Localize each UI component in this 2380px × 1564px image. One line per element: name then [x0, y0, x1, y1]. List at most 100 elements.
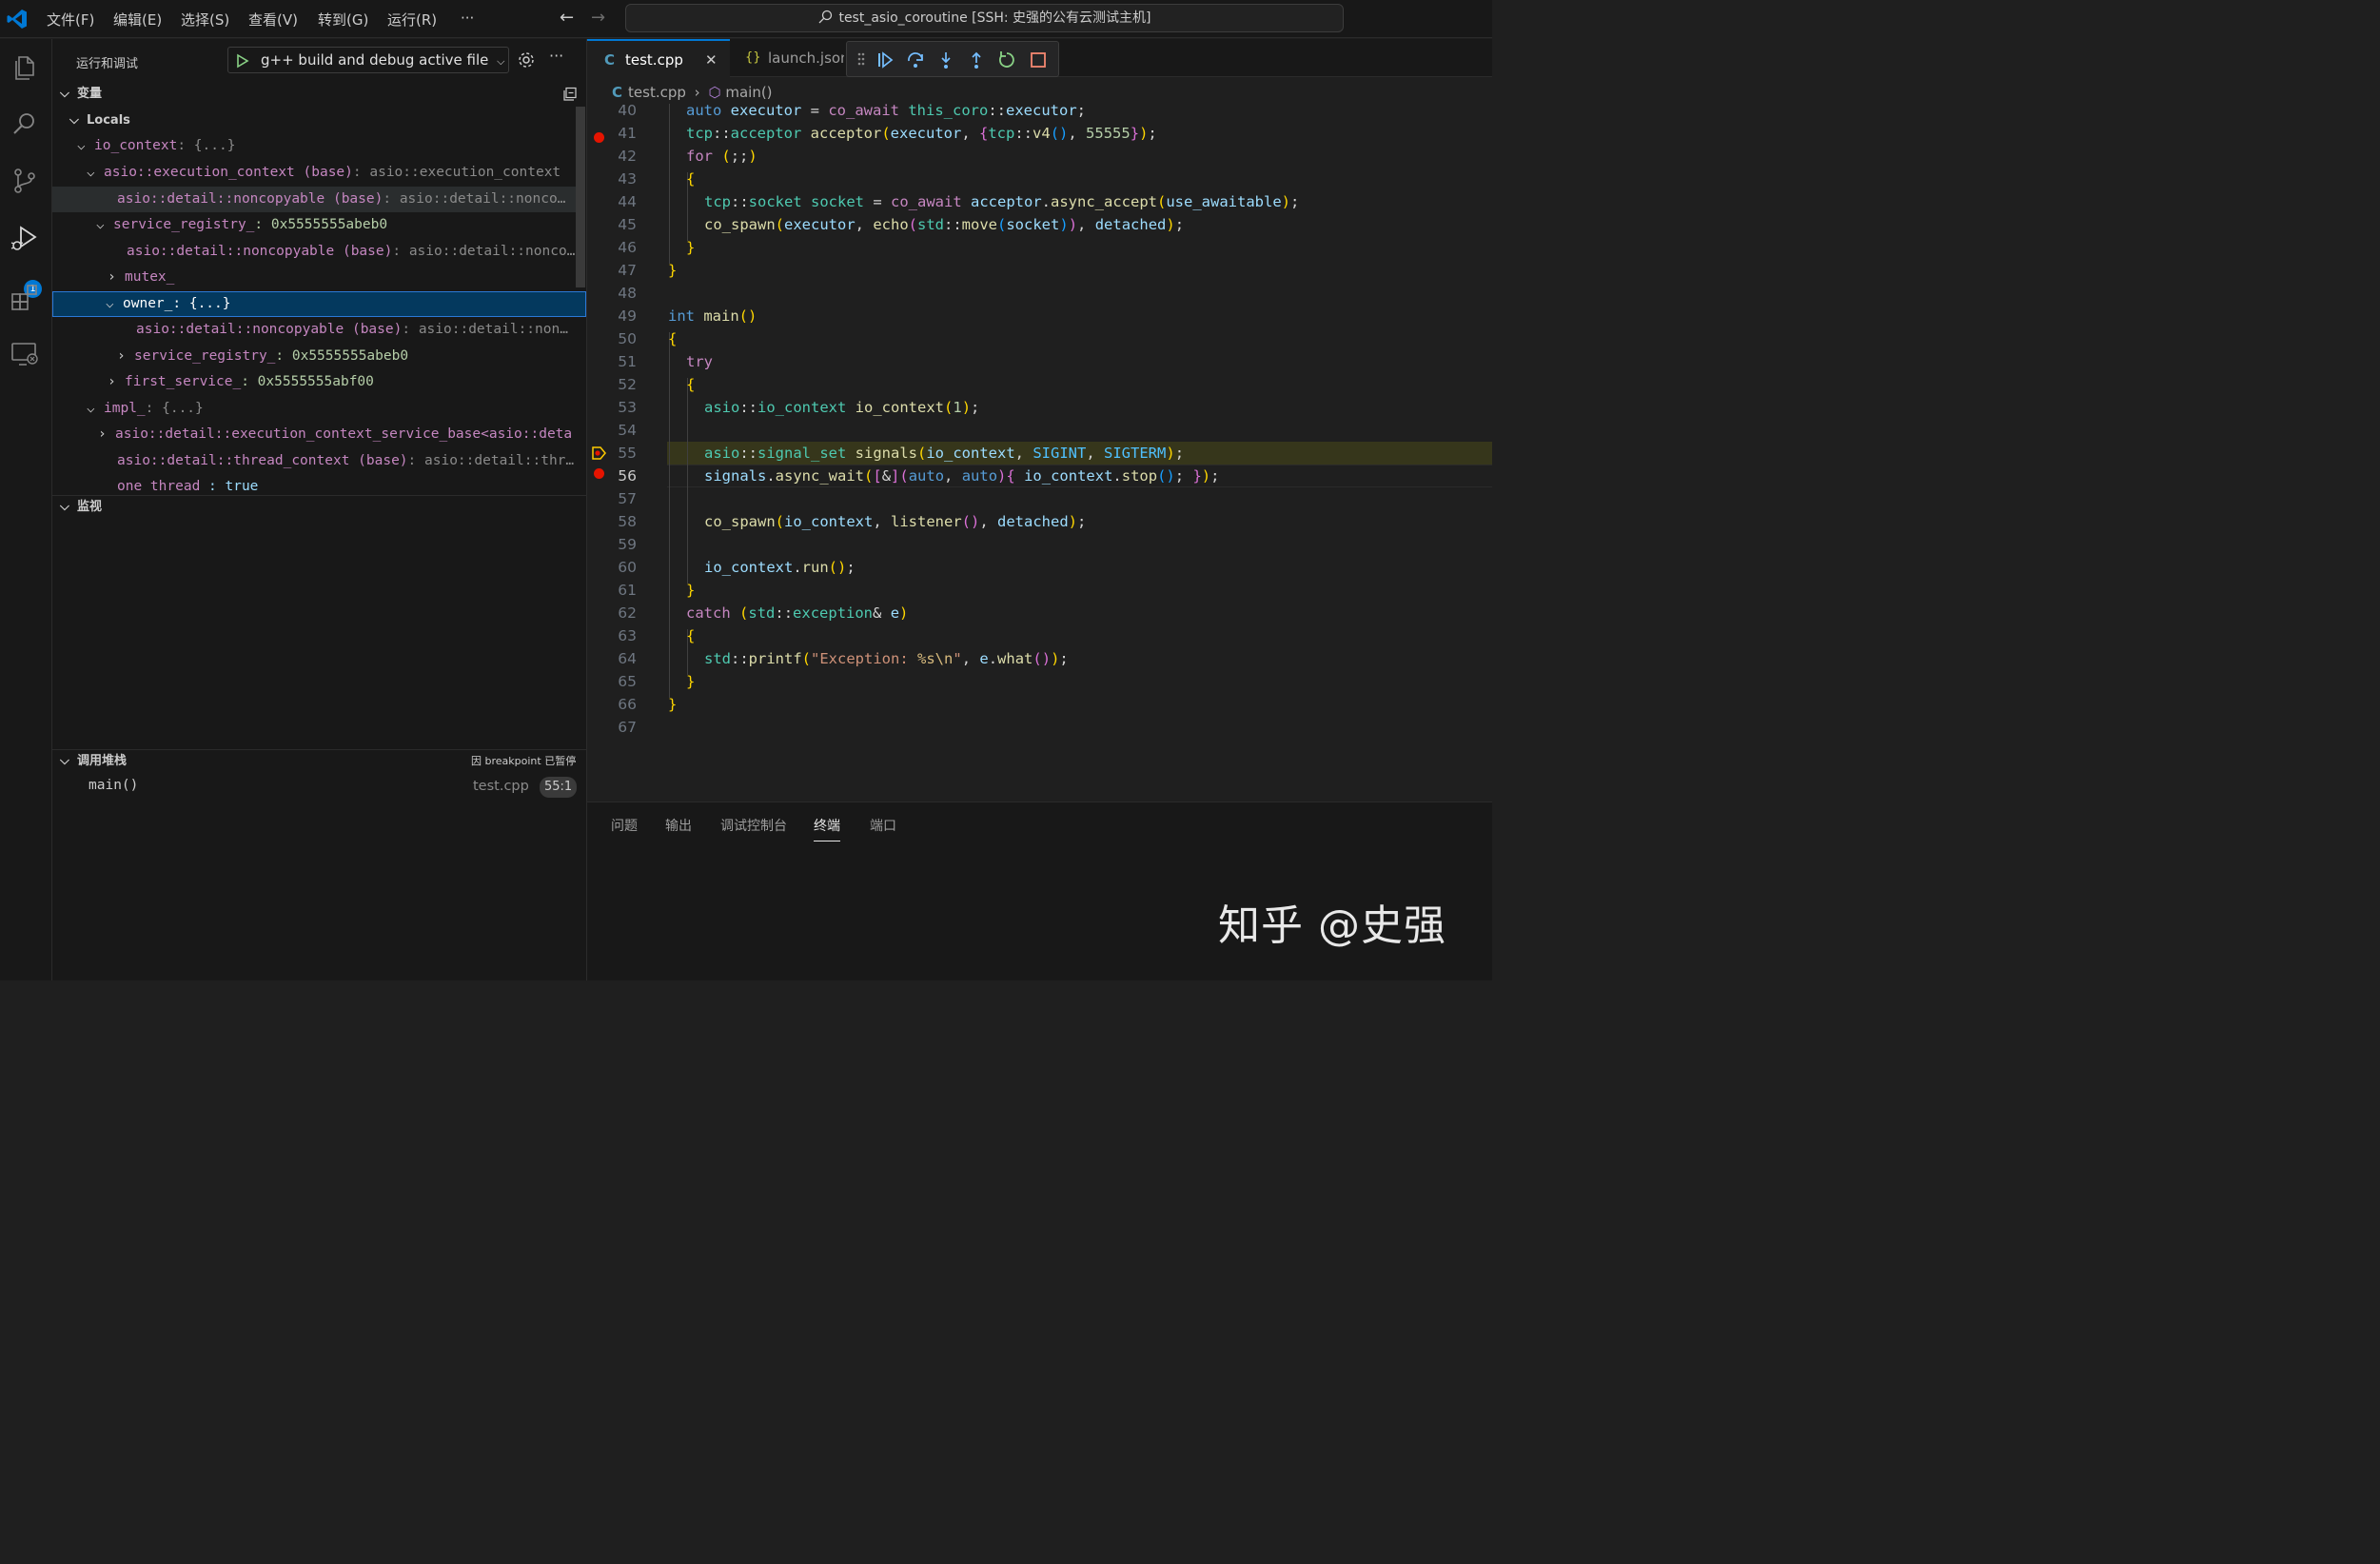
start-debug-icon[interactable] [236, 53, 249, 69]
line-number: 40 [618, 104, 637, 119]
line-number: 57 [618, 490, 637, 507]
line-number: 52 [618, 376, 637, 393]
code-line: std::printf("Exception: %s\n", e.what())… [704, 650, 1069, 667]
continue-icon[interactable] [875, 50, 895, 69]
variable-name: asio::detail::thread_context (base) [117, 453, 408, 468]
drag-handle-icon[interactable] [856, 50, 866, 68]
breadcrumb-file[interactable]: test.cpp [628, 84, 686, 101]
menu-run[interactable]: 运行(R) [387, 10, 437, 30]
menu-edit[interactable]: 编辑(E) [113, 10, 162, 30]
line-number: 51 [618, 353, 637, 370]
variable-name: asio::detail::noncopyable (base) [136, 322, 403, 337]
code-line: } [668, 696, 678, 713]
variable-row[interactable]: ⌵ asio::execution_context (base): asio::e… [52, 160, 576, 186]
menu-view[interactable]: 查看(V) [248, 10, 298, 30]
menu-file[interactable]: 文件(F) [47, 10, 94, 30]
step-over-icon[interactable] [906, 50, 925, 69]
code-line: try [686, 353, 713, 370]
search-view-icon[interactable] [10, 109, 40, 139]
stack-frame[interactable]: main() test.cpp 55:1 [52, 772, 586, 801]
gear-icon[interactable] [517, 50, 536, 69]
line-number: 65 [618, 673, 637, 690]
vscode-logo-icon[interactable] [6, 8, 29, 30]
tab-ports[interactable]: 端口 [870, 816, 896, 835]
watch-section-header[interactable]: ⌵ 监视 [52, 495, 586, 518]
variable-row[interactable]: › mutex_ [52, 265, 576, 290]
remote-explorer-icon[interactable] [10, 339, 40, 369]
variable-row[interactable]: ⌵ impl_: {...} [52, 396, 576, 422]
variable-name: impl_ [104, 401, 146, 416]
code-line: } [686, 673, 696, 690]
stop-icon[interactable] [1029, 50, 1048, 69]
variable-row[interactable]: › first_service_: 0x5555555abf00 [52, 369, 576, 395]
step-into-icon[interactable] [936, 50, 955, 69]
tab-problems[interactable]: 问题 [611, 816, 638, 835]
extensions-icon[interactable] [10, 282, 40, 312]
close-icon[interactable]: ✕ [705, 41, 718, 79]
tab-label: test.cpp [625, 51, 683, 69]
code-line: asio::signal_set signals(io_context, SIG… [704, 445, 1185, 462]
step-out-icon[interactable] [967, 50, 986, 69]
locals-scope[interactable]: ⌵ Locals [52, 108, 576, 133]
tab-output[interactable]: 输出 [665, 816, 692, 835]
chevron-down-icon: ⌵ [60, 500, 69, 514]
variable-row[interactable]: › asio::detail::execution_context_service… [52, 422, 586, 447]
chevron-down-icon: ⌵ [497, 55, 505, 68]
line-number: 58 [618, 513, 637, 530]
line-number: 50 [618, 330, 637, 347]
code-editor[interactable]: 40 41 42 43 44 45 46 47 48 49 50 51 52 5… [587, 104, 1492, 770]
nav-back-icon[interactable]: ← [560, 8, 574, 28]
line-number: 42 [618, 148, 637, 165]
variable-row[interactable]: asio::detail::noncopyable (base): asio::… [52, 239, 576, 265]
menu-selection[interactable]: 选择(S) [181, 10, 229, 30]
source-control-icon[interactable] [10, 166, 40, 196]
chevron-right-icon: › [98, 426, 107, 442]
sidebar-title: 运行和调试 [76, 57, 139, 71]
menu-go[interactable]: 转到(G) [318, 10, 368, 30]
chevron-right-icon: › [108, 374, 116, 389]
line-number: 54 [618, 422, 637, 439]
collapse-all-icon[interactable] [562, 87, 578, 102]
chevron-right-icon: › [117, 348, 126, 364]
breadcrumb-symbol[interactable]: main() [725, 84, 772, 101]
variable-row[interactable]: ⌵ service_registry_: 0x5555555abeb0 [52, 212, 576, 238]
tab-terminal[interactable]: 终端 [814, 816, 840, 841]
variable-row[interactable]: ⌵ io_context: {...} [52, 133, 576, 159]
tab-debug-console[interactable]: 调试控制台 [720, 816, 787, 835]
variable-value: : true [208, 479, 259, 493]
command-center-search[interactable]: test_asio_coroutine [SSH: 史强的公有云测试主机] [625, 4, 1344, 32]
line-number: 60 [618, 559, 637, 576]
more-actions-icon[interactable]: ··· [549, 47, 563, 65]
debug-config-select[interactable]: g++ build and debug active file ⌵ [227, 47, 509, 73]
run-debug-icon[interactable] [10, 223, 40, 253]
variable-name: one_thread_ [117, 479, 209, 493]
variables-section-header[interactable]: ⌵ 变量 [52, 83, 586, 106]
activity-bar: 1 [0, 39, 52, 980]
variable-row[interactable]: one_thread_: true [52, 474, 576, 493]
restart-icon[interactable] [997, 50, 1016, 69]
chevron-down-icon: ⌵ [60, 754, 69, 768]
nav-forward-icon[interactable]: → [591, 8, 605, 28]
variable-row[interactable]: asio::detail::noncopyable (base): asio::… [52, 187, 576, 212]
tab-launch-json[interactable]: {} launch.json [730, 39, 844, 77]
explorer-icon[interactable] [10, 52, 40, 83]
title-bar: 文件(F) 编辑(E) 选择(S) 查看(V) 转到(G) 运行(R) ··· … [0, 0, 1492, 38]
variables-scrollbar[interactable] [576, 107, 585, 287]
cpp-file-icon: C [604, 51, 616, 69]
variable-value: : {...} [172, 296, 231, 311]
code-line: tcp::socket socket = co_await acceptor.a… [704, 193, 1300, 210]
menu-more[interactable]: ··· [461, 10, 474, 27]
watch-header-label: 监视 [77, 500, 103, 514]
callstack-status: 因 breakpoint 已暂停 [471, 755, 577, 767]
variable-row[interactable]: asio::detail::noncopyable (base): asio::… [52, 317, 576, 343]
cube-icon: ⬡ [708, 84, 721, 101]
variable-row[interactable]: › service_registry_: 0x5555555abeb0 [52, 344, 576, 369]
code-line: co_spawn(io_context, listener(), detache… [704, 513, 1087, 530]
variable-row-selected[interactable]: ⌵ owner_: {...} [52, 291, 576, 317]
variable-name: asio::execution_context (base) [104, 165, 353, 180]
variable-value: : asio::detail::non… [402, 322, 568, 337]
code-line: } [686, 582, 696, 599]
callstack-section-header[interactable]: ⌵ 调用堆栈 因 breakpoint 已暂停 [52, 749, 586, 772]
variable-row[interactable]: asio::detail::thread_context (base): asi… [52, 448, 586, 474]
tab-test-cpp[interactable]: C test.cpp ✕ [587, 39, 730, 77]
